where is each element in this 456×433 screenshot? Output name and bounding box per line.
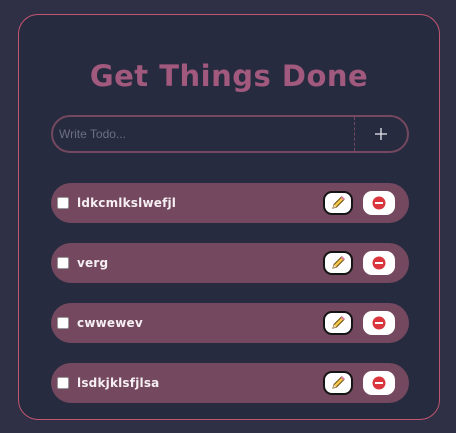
pencil-icon <box>332 196 345 209</box>
plus-icon <box>375 128 387 140</box>
todo-checkbox[interactable] <box>57 317 69 329</box>
delete-icon <box>372 196 386 210</box>
add-button[interactable] <box>354 117 407 151</box>
todo-text: cwwewev <box>77 316 143 330</box>
delete-icon <box>372 376 386 390</box>
edit-button[interactable] <box>323 311 353 335</box>
todo-text: ldkcmlkslwefjl <box>77 196 177 210</box>
delete-button[interactable] <box>363 251 395 275</box>
pencil-icon <box>332 376 345 389</box>
todo-item: verg <box>51 243 409 283</box>
todo-checkbox[interactable] <box>57 377 69 389</box>
app-title: Get Things Done <box>89 59 369 93</box>
delete-button[interactable] <box>363 191 395 215</box>
delete-icon <box>372 316 386 330</box>
todo-form <box>51 115 409 153</box>
todo-text: verg <box>77 256 109 270</box>
todo-card: Get Things Done ldkcmlkslwefjl <box>18 14 440 420</box>
todo-checkbox[interactable] <box>57 257 69 269</box>
todo-item: ldkcmlkslwefjl <box>51 183 409 223</box>
edit-button[interactable] <box>323 251 353 275</box>
pencil-icon <box>332 316 345 329</box>
todo-text: lsdkjklsfjlsa <box>77 376 160 390</box>
delete-button[interactable] <box>363 311 395 335</box>
todo-input[interactable] <box>53 117 354 151</box>
edit-button[interactable] <box>323 371 353 395</box>
delete-button[interactable] <box>363 371 395 395</box>
todo-list: ldkcmlkslwefjl verg cwwewev lsdkjklsfjls… <box>51 183 409 423</box>
delete-icon <box>372 256 386 270</box>
edit-button[interactable] <box>323 191 353 215</box>
todo-checkbox[interactable] <box>57 197 69 209</box>
todo-item: cwwewev <box>51 303 409 343</box>
todo-item: lsdkjklsfjlsa <box>51 363 409 403</box>
pencil-icon <box>332 256 345 269</box>
